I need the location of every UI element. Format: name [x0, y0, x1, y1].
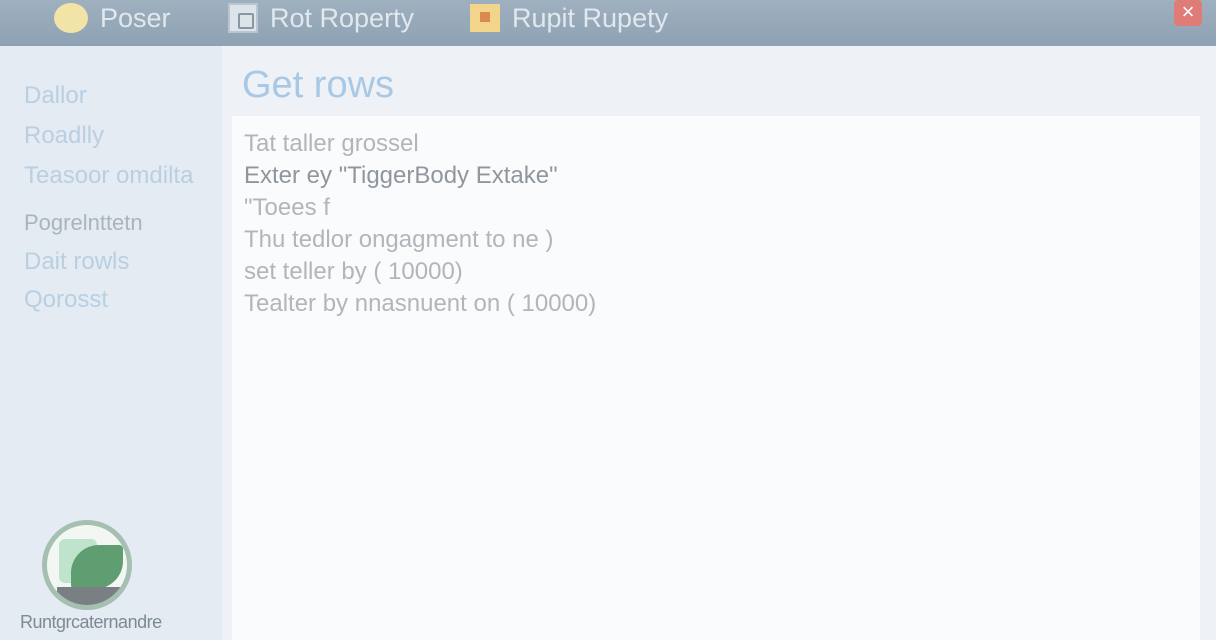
circle-icon — [54, 3, 88, 33]
toolbar-item-poser[interactable]: Poser — [54, 0, 171, 36]
toolbar-item-label: Rot Roperty — [270, 2, 415, 33]
toolbar-item-rupit-rupety[interactable]: Rupit Rupety — [470, 0, 668, 36]
toolbar-item-rot-roperty[interactable]: Rot Roperty — [228, 0, 414, 36]
sidebar-item-qorosst[interactable]: Qorosst — [24, 286, 108, 314]
page-title: Get rows — [242, 64, 395, 106]
toolbar: Poser Rot Roperty Rupit Rupety × — [0, 0, 1216, 46]
main-area: Get rows Tat taller grossel Exter ey "Ti… — [222, 46, 1216, 640]
toolbar-item-label: Rupit Rupety — [512, 2, 669, 33]
content-line: Tealter by nnasnuent on ( 10000) — [244, 290, 597, 317]
logo-base-shape — [57, 587, 121, 605]
content-line: Exter ey "TiggerBody Extake" — [244, 162, 558, 189]
close-button[interactable]: × — [1174, 0, 1202, 26]
content-line: set teller by ( 10000) — [244, 258, 463, 285]
sidebar-item-dallor[interactable]: Dallor — [24, 82, 87, 110]
content-panel: Tat taller grossel Exter ey "TiggerBody … — [232, 116, 1200, 640]
content-line: "Toees f — [244, 194, 330, 221]
sidebar-item-teasoor[interactable]: Teasoor omdilta — [24, 162, 193, 190]
content-line: Tat taller grossel — [244, 130, 419, 157]
sidebar-item-dait-rowls[interactable]: Dait rowls — [24, 248, 129, 276]
app-logo — [42, 520, 132, 610]
document-icon — [228, 3, 258, 33]
toolbar-item-label: Poser — [100, 2, 171, 33]
orange-square-icon — [470, 4, 500, 32]
content-line: Thu tedlor ongagment to ne ) — [244, 226, 554, 253]
sidebar-item-roadlly[interactable]: Roadlly — [24, 122, 104, 150]
logo-text: Runtgrcaternandre — [20, 612, 162, 632]
sidebar-section-heading: Pogrelnttetn — [24, 210, 143, 235]
